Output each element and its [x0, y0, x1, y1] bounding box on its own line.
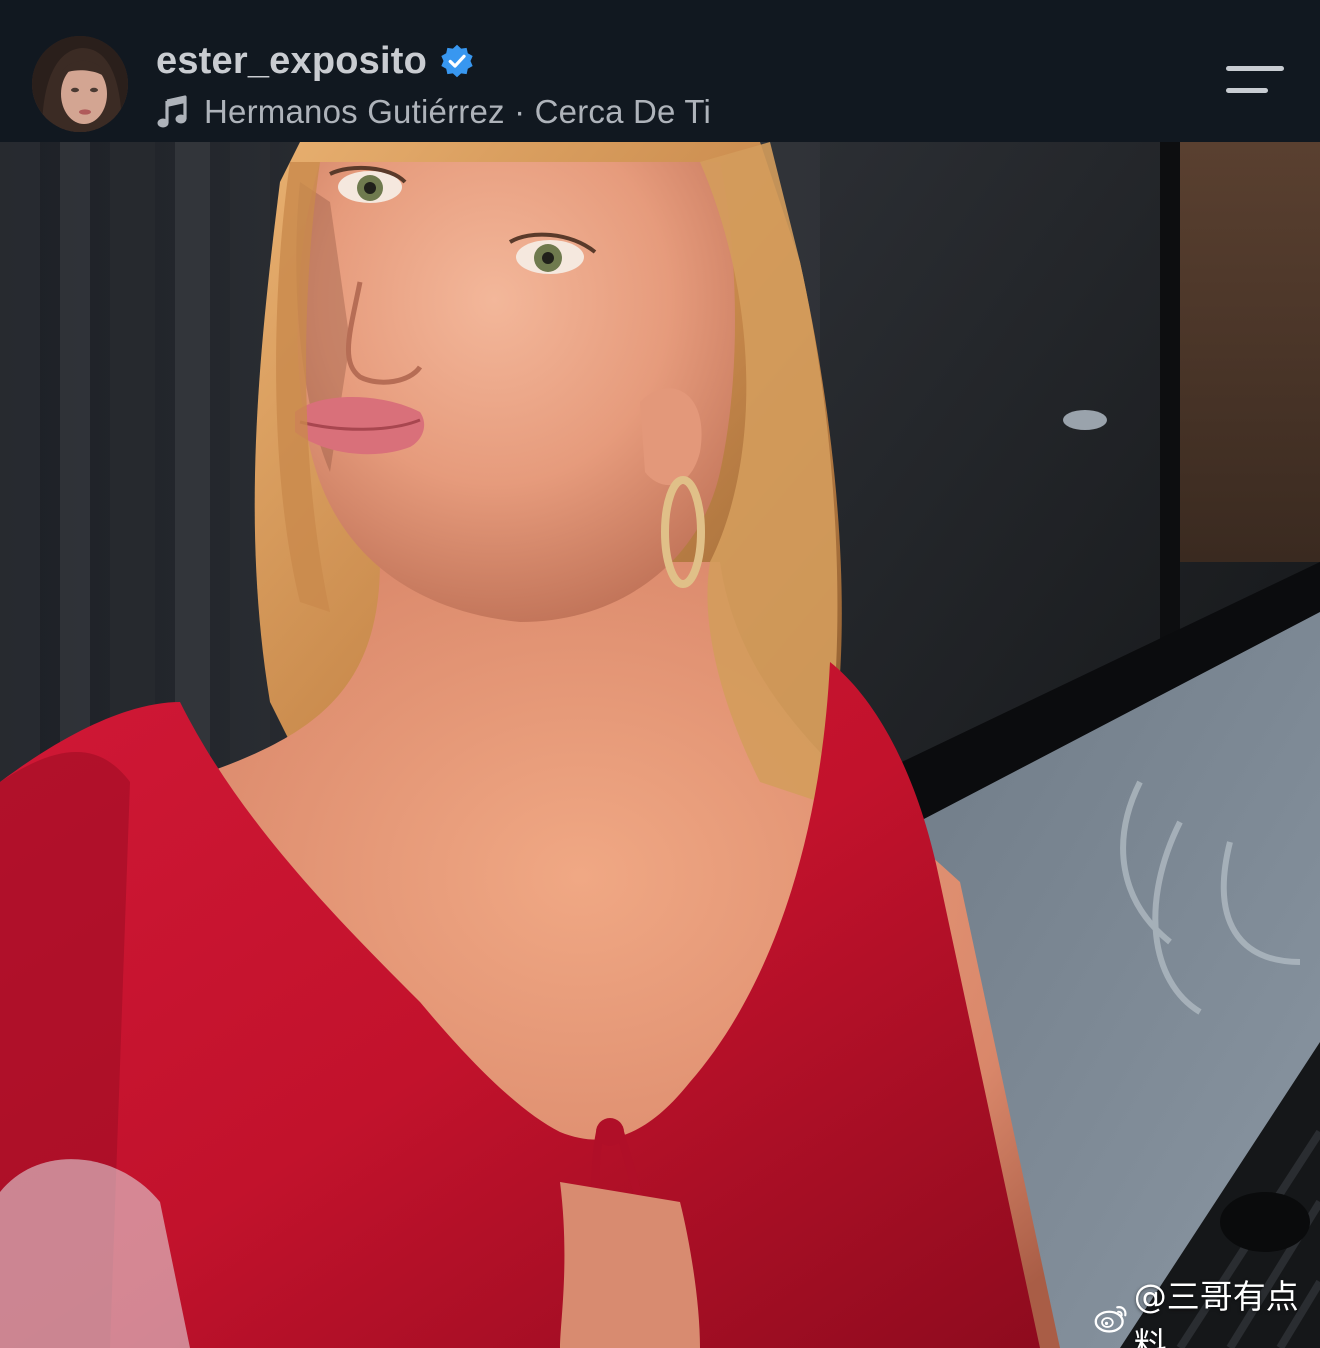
username-row: ester_exposito	[156, 38, 475, 84]
music-attribution[interactable]: Hermanos Gutiérrez · Cerca De Ti	[156, 90, 711, 134]
post-photo[interactable]	[0, 142, 1320, 1348]
selfie-image	[0, 142, 1320, 1348]
music-track-label: Hermanos Gutiérrez · Cerca De Ti	[204, 93, 712, 130]
username[interactable]: ester_exposito	[156, 40, 427, 83]
watermark-text: @三哥有点料	[1133, 1277, 1299, 1348]
menu-button[interactable]	[1218, 62, 1288, 102]
post-header: ester_exposito Hermanos Gutiérrez · Cerc…	[0, 0, 1320, 142]
music-note-icon	[157, 95, 187, 128]
menu-icon-line	[1226, 88, 1268, 93]
weibo-icon	[1094, 1306, 1127, 1333]
profile-avatar[interactable]	[32, 36, 128, 132]
verified-badge-icon	[441, 44, 473, 78]
watermark: @三哥有点料	[1094, 1277, 1320, 1348]
menu-icon	[1226, 66, 1284, 71]
